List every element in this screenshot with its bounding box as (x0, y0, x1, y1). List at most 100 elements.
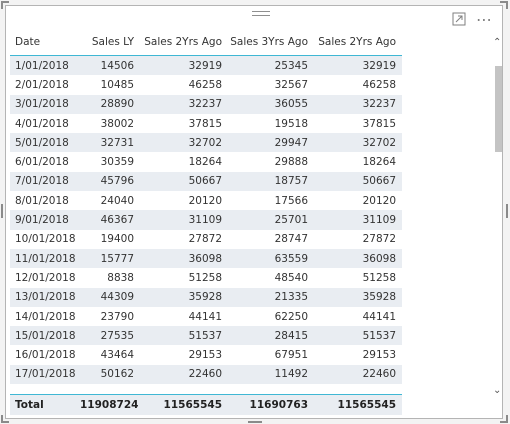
cell-date: 1/01/2018 (15, 59, 69, 72)
table-row[interactable]: 16/01/2018 43464 29153 67951 29153 (10, 345, 402, 365)
cell-sales-3yrs-ago: 25345 (274, 59, 308, 72)
cell-sales-3yrs-ago: 29947 (274, 136, 308, 149)
more-options-icon[interactable]: ⋯ (476, 12, 493, 28)
cell-sales-3yrs-ago: 19518 (274, 117, 308, 130)
cell-date: 7/01/2018 (15, 175, 69, 188)
cell-sales-2yrs-ago: 22460 (188, 368, 222, 381)
cell-date: 10/01/2018 (15, 233, 76, 246)
cell-sales-3yrs-ago: 11492 (274, 368, 308, 381)
cell-sales-2yrs-ago: 37815 (188, 117, 222, 130)
table-row[interactable]: 17/01/2018 50162 22460 11492 22460 (10, 364, 402, 385)
table-row[interactable]: 13/01/2018 44309 35928 21335 35928 (10, 287, 402, 307)
resize-handle-bottom-right-v[interactable] (506, 415, 508, 423)
expand-icon[interactable] (452, 12, 466, 30)
cell-sales-2yrs-ago: 51258 (188, 271, 222, 284)
cell-sales-ly: 27535 (100, 329, 134, 342)
cell-date: 3/01/2018 (15, 98, 69, 111)
table-row[interactable]: 1/01/2018 14506 32919 25345 32919 (10, 55, 402, 76)
cell-sales-2yrs-ago: 20120 (188, 194, 222, 207)
chevron-down-icon[interactable]: ⌄ (493, 386, 501, 396)
table-row[interactable]: 9/01/2018 46367 31109 25701 31109 (10, 210, 402, 230)
cell-sales-ly: 19400 (100, 233, 134, 246)
cell-date: 12/01/2018 (15, 271, 76, 284)
cell-sales-2yrs-ago-2: 29153 (362, 349, 396, 362)
cell-sales-2yrs-ago-2: 36098 (362, 252, 396, 265)
cell-sales-2yrs-ago: 18264 (188, 156, 222, 169)
resize-handle-bottom-left-v[interactable] (1, 415, 3, 423)
cell-sales-3yrs-ago: 28415 (274, 329, 308, 342)
cell-sales-ly: 28890 (100, 98, 134, 111)
cell-date: 9/01/2018 (15, 214, 69, 227)
cell-sales-3yrs-ago: 63559 (274, 252, 308, 265)
resize-handle-top-left-v[interactable] (1, 1, 3, 9)
total-sales-2yrs-ago-2: 11565545 (337, 399, 396, 411)
cell-sales-ly: 32731 (100, 136, 134, 149)
cell-date: 14/01/2018 (15, 310, 76, 323)
cell-sales-2yrs-ago-2: 50667 (362, 175, 396, 188)
chevron-up-icon[interactable]: ⌃ (493, 38, 501, 48)
cell-sales-ly: 44309 (100, 291, 134, 304)
total-label: Total (15, 399, 44, 411)
cell-sales-ly: 15777 (100, 252, 134, 265)
table-row[interactable]: 15/01/2018 27535 51537 28415 51537 (10, 326, 402, 346)
total-sales-ly: 11908724 (80, 399, 139, 411)
cell-sales-3yrs-ago: 32567 (274, 78, 308, 91)
resize-handle-right[interactable] (506, 204, 508, 218)
cell-sales-3yrs-ago: 18757 (274, 175, 308, 188)
cell-date: 15/01/2018 (15, 329, 76, 342)
cell-date: 2/01/2018 (15, 78, 69, 91)
drag-grip-icon[interactable] (252, 11, 270, 19)
column-header-sales-3yrs-ago[interactable]: Sales 3Yrs Ago (228, 29, 314, 56)
table-row[interactable]: 6/01/2018 30359 18264 29888 18264 (10, 152, 402, 172)
cell-sales-2yrs-ago: 35928 (188, 291, 222, 304)
cell-sales-2yrs-ago: 29153 (188, 349, 222, 362)
table-row[interactable]: 14/01/2018 23790 44141 62250 44141 (10, 306, 402, 327)
cell-sales-2yrs-ago-2: 32702 (362, 136, 396, 149)
cell-sales-2yrs-ago-2: 46258 (362, 78, 396, 91)
cell-sales-2yrs-ago-2: 35928 (362, 291, 396, 304)
total-sales-2yrs-ago: 11565545 (163, 399, 222, 411)
cell-sales-2yrs-ago-2: 32919 (362, 59, 396, 72)
cell-sales-3yrs-ago: 25701 (274, 214, 308, 227)
cell-sales-ly: 38002 (100, 117, 134, 130)
table-row[interactable]: 8/01/2018 24040 20120 17566 20120 (10, 191, 402, 211)
cell-sales-2yrs-ago-2: 51537 (362, 329, 396, 342)
column-header-sales-2yrs-ago[interactable]: Sales 2Yrs Ago (140, 29, 228, 56)
table-row[interactable]: 12/01/2018 8838 51258 48540 51258 (10, 268, 402, 288)
cell-sales-2yrs-ago: 32919 (188, 59, 222, 72)
column-header-sales-ly[interactable]: Sales LY (80, 29, 140, 56)
cell-sales-2yrs-ago: 32237 (188, 98, 222, 111)
table-row[interactable]: 2/01/2018 10485 46258 32567 46258 (10, 75, 402, 95)
column-header-sales-2yrs-ago-2[interactable]: Sales 2Yrs Ago (314, 29, 402, 56)
cell-sales-ly: 43464 (100, 349, 134, 362)
column-header-date[interactable]: Date (10, 29, 80, 56)
resize-handle-left[interactable] (1, 204, 3, 218)
total-row: Total 11908724 11565545 11690763 1156554… (10, 394, 402, 415)
table-row[interactable]: 7/01/2018 45796 50667 18757 50667 (10, 171, 402, 192)
cell-sales-3yrs-ago: 17566 (274, 194, 308, 207)
vertical-scrollbar[interactable]: ⌃ ⌄ (491, 36, 505, 402)
cell-date: 5/01/2018 (15, 136, 69, 149)
cell-sales-2yrs-ago-2: 37815 (362, 117, 396, 130)
table-row[interactable]: 4/01/2018 38002 37815 19518 37815 (10, 113, 402, 134)
cell-sales-ly: 45796 (100, 175, 134, 188)
cell-sales-2yrs-ago: 27872 (188, 233, 222, 246)
cell-sales-2yrs-ago: 51537 (188, 329, 222, 342)
table-row[interactable]: 10/01/2018 19400 27872 28747 27872 (10, 229, 402, 249)
table-row[interactable]: 11/01/2018 15777 36098 63559 36098 (10, 248, 402, 269)
resize-handle-top-right-v[interactable] (506, 1, 508, 9)
scrollbar-thumb[interactable] (495, 66, 502, 152)
cell-sales-2yrs-ago: 31109 (188, 214, 222, 227)
cell-sales-3yrs-ago: 21335 (274, 291, 308, 304)
cell-sales-3yrs-ago: 62250 (274, 310, 308, 323)
cell-sales-2yrs-ago-2: 31109 (362, 214, 396, 227)
cell-sales-2yrs-ago-2: 22460 (362, 368, 396, 381)
cell-sales-2yrs-ago: 32702 (188, 136, 222, 149)
cell-sales-2yrs-ago: 50667 (188, 175, 222, 188)
cell-date: 17/01/2018 (15, 368, 76, 381)
table-row[interactable]: 3/01/2018 28890 32237 36055 32237 (10, 94, 402, 114)
cell-sales-2yrs-ago-2: 20120 (362, 194, 396, 207)
resize-handle-bottom[interactable] (248, 421, 262, 423)
table-row[interactable]: 5/01/2018 32731 32702 29947 32702 (10, 133, 402, 153)
cell-sales-ly: 10485 (100, 78, 134, 91)
